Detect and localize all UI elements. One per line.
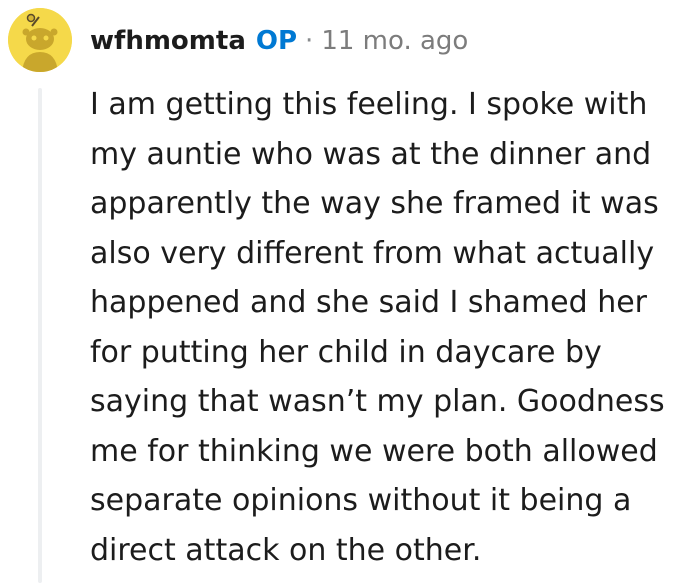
timestamp-link[interactable]: 11 mo. ago: [321, 24, 468, 58]
comment-body-line: I am getting this feeling. I spoke with: [90, 87, 648, 122]
comment-body-line: apparently the way she framed it was: [90, 186, 659, 221]
snoo-avatar-graphic: [8, 8, 72, 72]
comment-body: I am getting this feeling. I spoke with …: [90, 80, 690, 575]
comment-body-line: saying that wasn’t my plan. Goodness: [90, 384, 665, 419]
comment-body-line: me for thinking we were both allowed: [90, 433, 658, 469]
op-badge: OP: [255, 26, 298, 56]
thread-collapse-line[interactable]: [38, 88, 42, 583]
comment-meta: wfhmomta OP · 11 mo. ago: [90, 24, 468, 58]
username-link[interactable]: wfhmomta: [90, 24, 246, 58]
comment-body-line: happened and she said I shamed her: [90, 285, 648, 320]
meta-separator: ·: [305, 26, 314, 56]
comment-body-line: my auntie who was at the dinner and: [90, 136, 652, 172]
comment-body-line: for putting her child in daycare by: [90, 334, 602, 370]
comment-body-line: also very different from what actually: [90, 235, 655, 271]
comment-body-line: direct attack on the other.: [90, 532, 482, 568]
comment-body-line: separate opinions without it being a: [90, 483, 632, 518]
snoo-avatar-icon[interactable]: [8, 8, 72, 72]
comment: wfhmomta OP · 11 mo. ago I am getting th…: [0, 0, 700, 583]
